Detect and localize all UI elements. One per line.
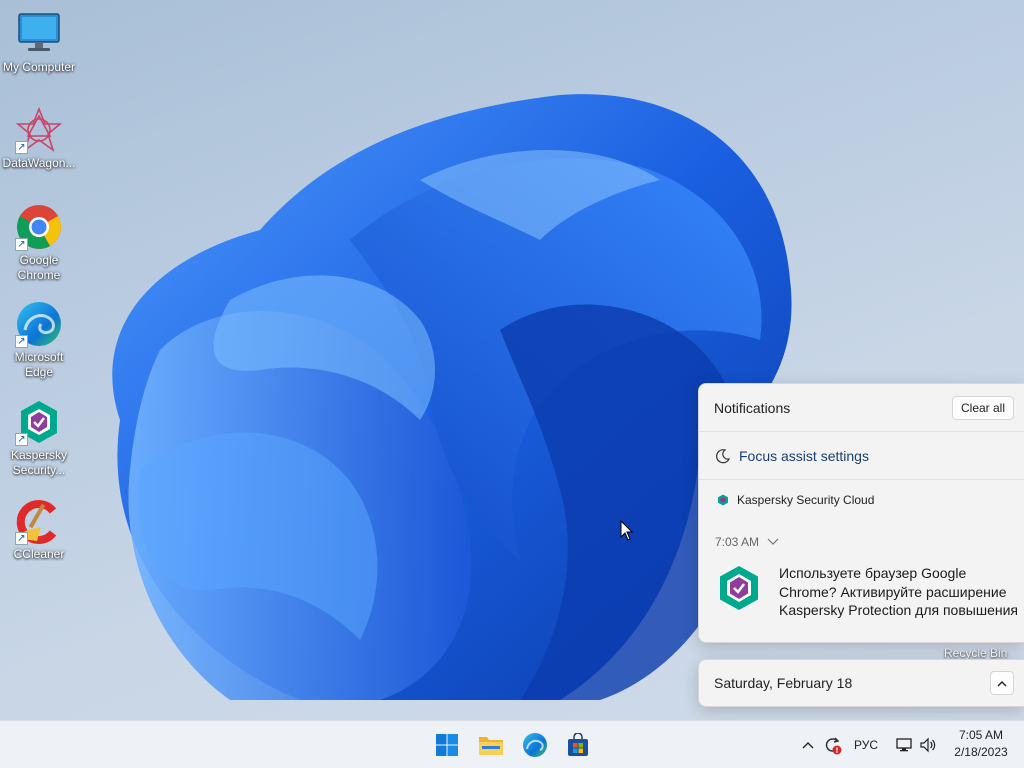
recycle-bin-label[interactable]: Recycle Bin (944, 646, 1007, 660)
desktop-icon-label: Microsoft Edge (14, 350, 64, 379)
shortcut-arrow-icon: ↗ (15, 141, 28, 154)
start-button[interactable] (431, 729, 463, 761)
tray-network[interactable] (893, 733, 915, 757)
tray-sync-alert[interactable] (820, 733, 844, 757)
input-language-indicator[interactable]: РУС (850, 733, 882, 757)
kaspersky-small-icon (718, 494, 728, 506)
notification-item[interactable]: Используете браузер Google Chrome? Актив… (699, 564, 1024, 620)
chevron-up-icon (802, 742, 814, 749)
desktop-icon-label: CCleaner (13, 547, 65, 561)
desktop-icon-label: Kaspersky Security... (10, 448, 68, 477)
volume-icon (920, 737, 936, 753)
taskbar-edge[interactable] (519, 729, 551, 761)
chevron-down-icon (767, 538, 779, 545)
desktop-icon-chrome[interactable]: ↗ Google Chrome (2, 203, 76, 283)
start-icon (436, 734, 458, 756)
taskbar-store[interactable] (562, 729, 594, 761)
clock-time: 7:05 AM (958, 728, 1004, 742)
notification-app-name: Kaspersky Security Cloud (737, 493, 875, 507)
desktop-icon-label: My Computer (2, 60, 76, 74)
desktop-icon-kaspersky[interactable]: ↗ Kaspersky Security... (2, 398, 76, 478)
kaspersky-icon (720, 566, 758, 610)
calendar-flyout: Saturday, February 18 (698, 659, 1024, 707)
clear-all-button[interactable]: Clear all (951, 395, 1014, 420)
mouse-cursor-icon (620, 520, 634, 541)
desktop-icon-edge[interactable]: ↗ Microsoft Edge (2, 300, 76, 380)
datawagon-icon: ↗ (15, 106, 63, 154)
desktop-icon-my-computer[interactable]: My Computer (2, 10, 76, 75)
notification-time: 7:03 AM (715, 535, 760, 549)
show-hidden-icons-button[interactable] (798, 733, 818, 757)
chevron-up-icon (997, 680, 1007, 686)
notification-header: Notifications Clear all (699, 384, 1024, 432)
shortcut-arrow-icon: ↗ (15, 335, 28, 348)
shortcut-arrow-icon: ↗ (15, 433, 28, 446)
notification-center: Notifications Clear all Focus assist set… (698, 383, 1024, 643)
clock-date: 2/18/2023 (954, 745, 1008, 759)
monitor-icon (15, 10, 63, 58)
shortcut-arrow-icon: ↗ (15, 238, 28, 251)
shortcut-arrow-icon: ↗ (15, 532, 28, 545)
focus-assist-settings-link[interactable]: Focus assist settings (699, 432, 1024, 480)
edge-icon: ↗ (15, 300, 63, 348)
ccleaner-icon: ↗ (15, 497, 63, 545)
desktop-icon-label: Google Chrome (17, 253, 61, 282)
tray-volume[interactable] (917, 733, 939, 757)
desktop-icon-datawagon[interactable]: ↗ DataWagon... (2, 106, 76, 171)
file-explorer-icon (479, 737, 503, 755)
network-icon (896, 738, 912, 752)
calendar-expand-button[interactable] (990, 671, 1014, 695)
taskbar-clock[interactable]: 7:05 AM 2/18/2023 (946, 727, 1016, 761)
taskbar: РУС 7:05 AM 2/18/2023 (0, 720, 1024, 768)
store-icon (568, 733, 588, 756)
kaspersky-icon: ↗ (15, 398, 63, 446)
chrome-icon: ↗ (15, 203, 63, 251)
moon-icon (716, 448, 731, 463)
notification-title: Notifications (714, 399, 791, 416)
notification-time-row[interactable]: 7:03 AM (699, 520, 1024, 564)
taskbar-file-explorer[interactable] (475, 729, 507, 761)
edge-icon (523, 733, 547, 757)
desktop-icon-label: DataWagon... (2, 156, 76, 170)
calendar-date: Saturday, February 18 (714, 675, 853, 691)
focus-assist-label: Focus assist settings (739, 447, 869, 464)
desktop-icon-ccleaner[interactable]: ↗ CCleaner (2, 497, 76, 562)
notification-message: Используете браузер Google Chrome? Актив… (779, 565, 1018, 618)
notification-app-header[interactable]: Kaspersky Security Cloud (699, 480, 1024, 520)
sync-alert-icon (825, 737, 842, 755)
